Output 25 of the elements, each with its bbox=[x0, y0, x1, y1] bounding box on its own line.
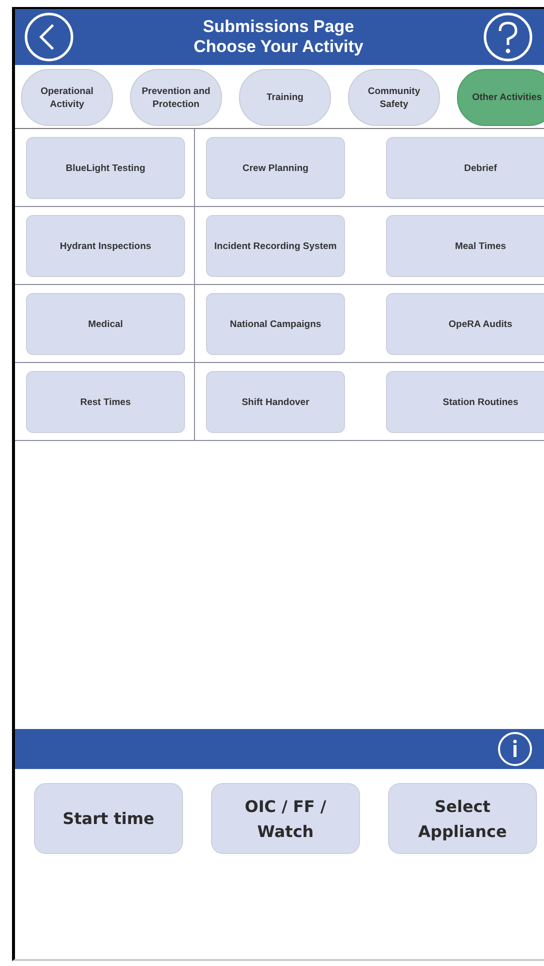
category-tab[interactable]: Training bbox=[239, 69, 331, 126]
back-button[interactable] bbox=[24, 12, 74, 62]
activity-button[interactable]: Meal Times bbox=[386, 215, 544, 277]
activity-button[interactable]: OpeRA Audits bbox=[386, 293, 544, 355]
action-button[interactable]: Select Appliance bbox=[388, 783, 537, 854]
activity-button[interactable]: Medical bbox=[26, 293, 185, 355]
category-tab[interactable]: Operational Activity bbox=[21, 69, 113, 126]
activity-button[interactable]: Shift Handover bbox=[206, 371, 345, 433]
category-tab[interactable]: Other Activities bbox=[457, 69, 544, 126]
category-tab[interactable]: Prevention and Protection bbox=[130, 69, 222, 126]
action-button[interactable]: OIC / FF / Watch bbox=[211, 783, 360, 854]
action-button[interactable]: Start time bbox=[34, 783, 183, 854]
info-button[interactable] bbox=[497, 731, 533, 767]
activity-button[interactable]: National Campaigns bbox=[206, 293, 345, 355]
activity-button[interactable]: Debrief bbox=[386, 137, 544, 199]
activity-button[interactable]: Crew Planning bbox=[206, 137, 345, 199]
help-button[interactable] bbox=[483, 12, 533, 62]
activity-button[interactable]: Station Routines bbox=[386, 371, 544, 433]
page-title: Submissions Page bbox=[202, 17, 354, 37]
activity-button[interactable]: Rest Times bbox=[26, 371, 185, 433]
activity-button[interactable]: Hydrant Inspections bbox=[26, 215, 185, 277]
activity-button[interactable]: Incident Recording System bbox=[206, 215, 345, 277]
page-subtitle: Choose Your Activity bbox=[194, 37, 364, 57]
category-tab[interactable]: Community Safety bbox=[348, 69, 440, 126]
activity-button[interactable]: BlueLight Testing bbox=[26, 137, 185, 199]
